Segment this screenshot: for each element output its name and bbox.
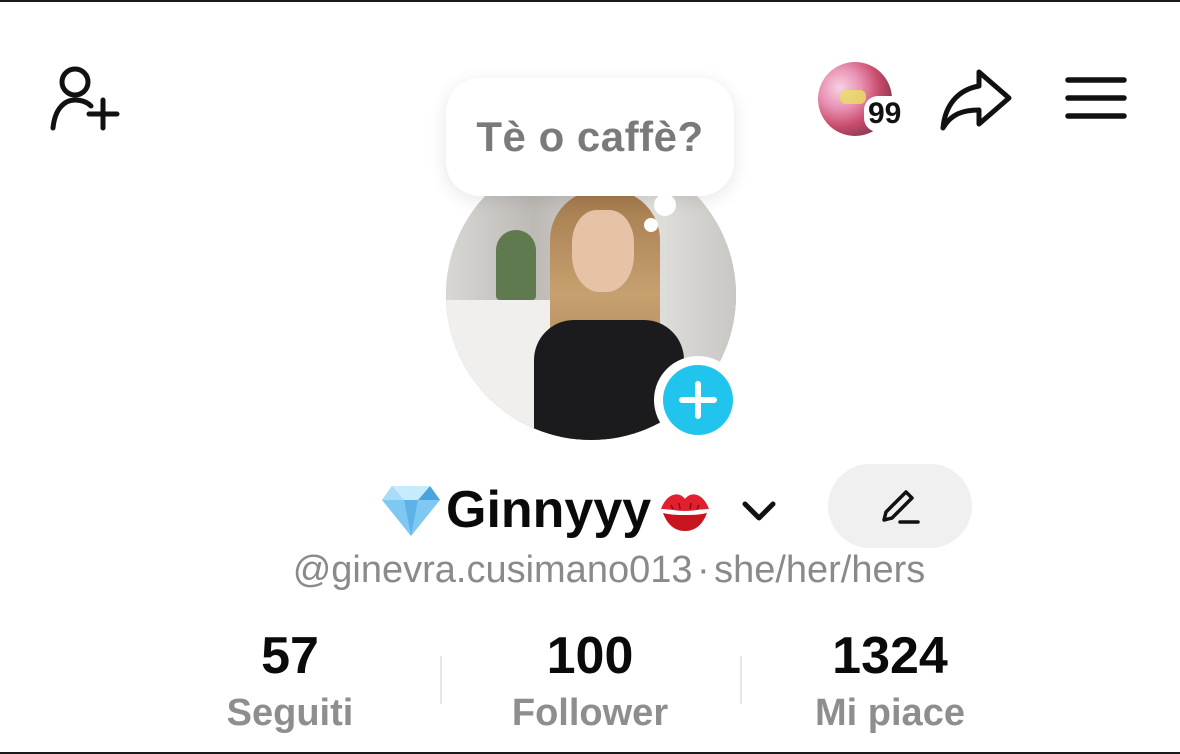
stat-label: Seguiti <box>226 692 354 734</box>
pronouns: she/her/hers <box>714 549 926 591</box>
display-name: Ginnyyy <box>446 481 652 539</box>
display-name-row[interactable]: Ginnyyy <box>380 470 779 550</box>
chevron-down-icon[interactable] <box>739 490 779 530</box>
person-plus-icon <box>50 66 120 131</box>
profile-stats: 57 Seguiti 100 Follower 1324 Mi piace <box>0 624 1180 734</box>
stats-divider <box>440 656 442 704</box>
stat-followers[interactable]: 100 Follower <box>440 624 740 736</box>
stat-likes[interactable]: 1324 Mi piace <box>740 624 1040 736</box>
note-bubble-dot <box>644 218 658 232</box>
separator-dot: · <box>696 549 710 591</box>
share-arrow-icon <box>940 69 1012 131</box>
stat-following[interactable]: 57 Seguiti <box>140 624 440 736</box>
top-border <box>0 0 1180 2</box>
stat-label: Mi piace <box>815 692 965 734</box>
gem-stone-icon <box>382 486 440 536</box>
pencil-icon <box>882 490 920 524</box>
menu-button[interactable] <box>1060 68 1132 128</box>
story-count-badge: 99 <box>864 96 906 132</box>
plus-icon <box>679 381 717 419</box>
add-friend-button[interactable] <box>44 60 124 136</box>
kiss-mark-icon <box>661 494 710 531</box>
note-bubble-tail <box>654 194 676 216</box>
edit-profile-button[interactable] <box>828 464 972 548</box>
stat-value: 100 <box>546 627 634 685</box>
handle-row: @ginevra.cusimano013 · she/her/hers <box>0 540 1180 600</box>
note-text: Tè o caffè? <box>476 113 704 160</box>
story-viewers-button[interactable]: 99 <box>818 62 918 138</box>
share-profile-button[interactable] <box>936 62 1016 136</box>
stats-divider <box>740 656 742 704</box>
note-bubble[interactable]: Tè o caffè? <box>446 78 734 196</box>
stat-value: 57 <box>261 627 319 685</box>
add-story-button[interactable] <box>654 356 742 444</box>
hamburger-menu-icon <box>1065 77 1127 119</box>
stat-value: 1324 <box>832 627 948 685</box>
stat-label: Follower <box>511 692 669 734</box>
username[interactable]: @ginevra.cusimano013 <box>293 549 693 591</box>
